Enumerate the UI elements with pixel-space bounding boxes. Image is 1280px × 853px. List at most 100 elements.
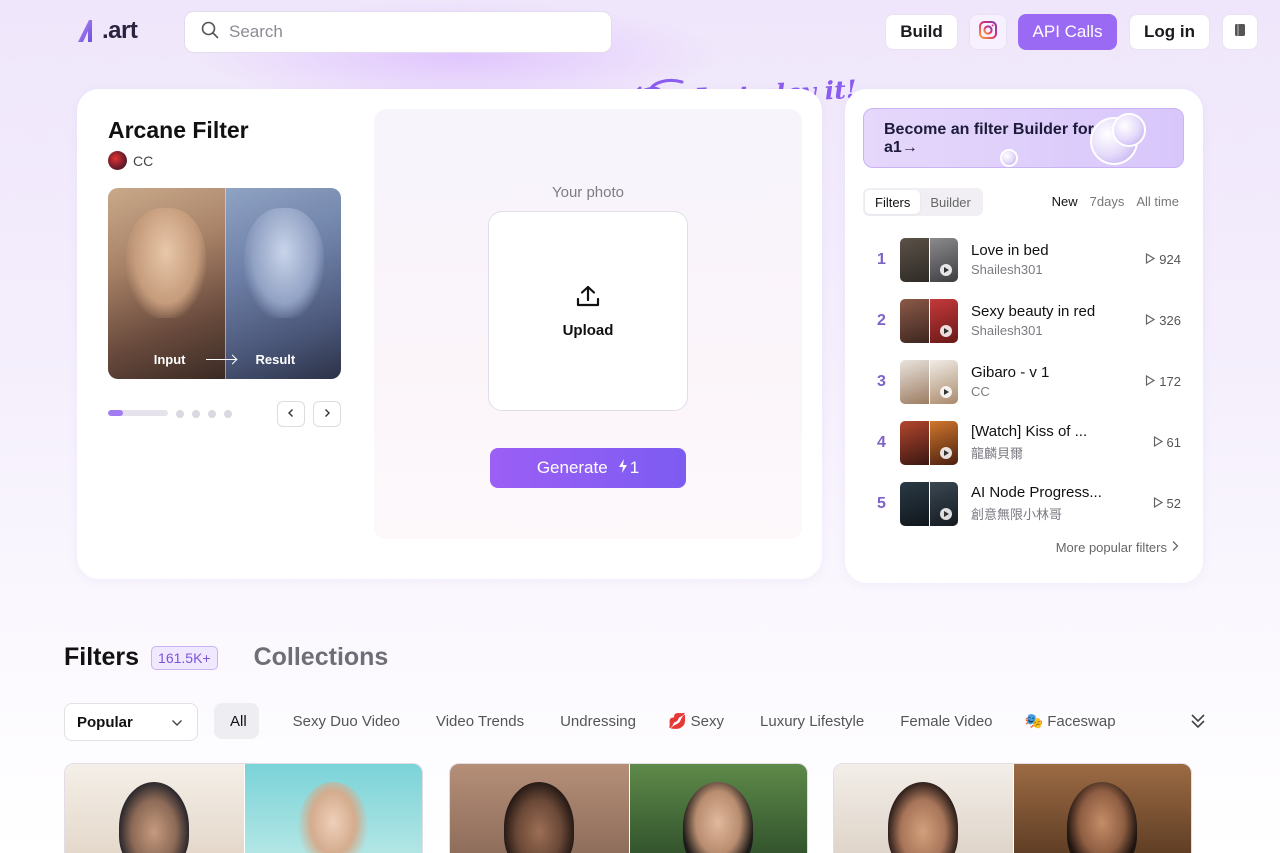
docs-button[interactable]	[1222, 14, 1258, 50]
search-icon	[201, 21, 219, 44]
carousel-dot[interactable]	[208, 410, 216, 418]
filter-card-item[interactable]	[64, 763, 423, 853]
category-tab[interactable]: 💋 Sexy	[652, 703, 740, 739]
rank-author: Shailesh301	[971, 323, 1043, 338]
ranking-row[interactable]: 1 Love in bed Shailesh301 924	[863, 229, 1185, 290]
expand-categories-button[interactable]	[1188, 710, 1208, 732]
filter-author[interactable]: CC	[108, 151, 153, 170]
build-button[interactable]: Build	[885, 14, 958, 50]
logo[interactable]: .art	[76, 16, 138, 46]
count-value: 326	[1159, 313, 1181, 328]
ranking-row[interactable]: 4 [Watch] Kiss of ... 龍麟貝爾 61	[863, 412, 1185, 473]
rank-play-count: 172	[1145, 351, 1181, 412]
search-bar[interactable]	[184, 11, 612, 53]
count-value: 172	[1159, 374, 1181, 389]
category-tab[interactable]: Luxury Lifestyle	[740, 703, 880, 739]
filter-card-item[interactable]	[833, 763, 1192, 853]
category-tab[interactable]: 🎭 Faceswap	[1009, 703, 1132, 739]
preview-result-image	[225, 188, 341, 379]
upload-label: Upload	[562, 322, 614, 339]
collections-tab[interactable]: Collections	[254, 643, 389, 672]
carousel-dot[interactable]	[224, 410, 232, 418]
play-outline-icon	[1153, 435, 1163, 450]
category-label: Video Trends	[435, 712, 525, 730]
preview-input-image	[108, 188, 225, 379]
play-icon	[940, 324, 952, 337]
rank-author: Shailesh301	[971, 262, 1043, 277]
carousel-dots	[176, 410, 232, 418]
category-label: All	[230, 712, 247, 730]
avatar	[108, 151, 127, 170]
api-calls-button[interactable]: API Calls	[1018, 14, 1117, 50]
lightning-icon	[618, 458, 628, 478]
filters-title[interactable]: Filters	[64, 643, 139, 672]
your-photo-label: Your photo	[551, 184, 624, 201]
tab-filters[interactable]: Filters	[865, 190, 921, 214]
generate-button[interactable]: Generate 1	[490, 448, 686, 488]
cost-value: 1	[629, 458, 640, 477]
rank-play-count: 61	[1153, 412, 1181, 473]
play-outline-icon	[1145, 252, 1156, 267]
ranking-row[interactable]: 2 Sexy beauty in red Shailesh301 326	[863, 290, 1185, 351]
category-label: Sexy	[690, 712, 725, 730]
sort-value: Popular	[77, 713, 133, 731]
builder-banner[interactable]: Become an filter Builder for a1→	[863, 108, 1184, 168]
tab-7days[interactable]: 7days	[1090, 194, 1125, 209]
logo-mark-icon	[76, 18, 100, 44]
carousel-dot[interactable]	[192, 410, 200, 418]
play-icon	[940, 263, 952, 276]
upload-area: Your photo Upload Generate 1	[374, 109, 802, 539]
generate-cost: 1	[618, 458, 639, 478]
upload-dropzone[interactable]: Upload	[488, 211, 688, 411]
rank-title: AI Node Progress...	[971, 484, 1102, 501]
rank-number: 2	[877, 311, 886, 329]
preview-carousel[interactable]: Input Result	[108, 188, 341, 379]
chevron-right-icon	[1171, 540, 1179, 555]
rank-play-count: 52	[1153, 473, 1181, 534]
filter-card-item[interactable]	[449, 763, 808, 853]
login-button[interactable]: Log in	[1129, 14, 1210, 50]
input-label: Input	[153, 352, 186, 367]
tab-all-time[interactable]: All time	[1136, 194, 1179, 209]
category-tab[interactable]: Female Video	[880, 703, 1008, 739]
instagram-icon	[979, 20, 997, 44]
sort-dropdown[interactable]: Popular	[64, 703, 198, 741]
filter-title: Arcane Filter	[108, 117, 249, 143]
ranking-list: 1 Love in bed Shailesh301 924 2 Sexy bea…	[863, 229, 1185, 534]
rank-play-count: 326	[1145, 290, 1181, 351]
category-label: Sexy Duo Video	[292, 712, 400, 730]
category-tab[interactable]: All	[214, 703, 259, 739]
more-label: More popular filters	[1055, 540, 1167, 555]
carousel-progress	[108, 410, 168, 416]
carousel-next-button[interactable]	[313, 401, 341, 427]
category-tab[interactable]: Undressing	[540, 703, 652, 739]
chevron-right-icon	[322, 405, 332, 423]
ranking-row[interactable]: 3 Gibaro - v 1 CC 172	[863, 351, 1185, 412]
search-input[interactable]	[229, 22, 589, 42]
play-outline-icon	[1153, 496, 1163, 511]
lips-icon: 💋	[667, 713, 687, 730]
generate-label: Generate	[536, 458, 608, 477]
rank-thumbnail	[900, 237, 958, 282]
tab-builder[interactable]: Builder	[920, 190, 980, 214]
popular-filters-card: Become an filter Builder for a1→ Filters…	[845, 89, 1203, 583]
category-tab[interactable]: Sexy Duo Video	[273, 703, 416, 739]
count-value: 52	[1166, 496, 1181, 511]
filter-card: Arcane Filter CC Input Result Your photo…	[77, 89, 822, 579]
arrow-right-icon	[205, 359, 236, 360]
chevron-down-icon	[171, 714, 183, 731]
rank-number: 5	[877, 494, 886, 512]
carousel-prev-button[interactable]	[277, 401, 305, 427]
ranking-row[interactable]: 5 AI Node Progress... 創意無限小林哥 52	[863, 473, 1185, 534]
category-label: Faceswap	[1047, 712, 1116, 730]
builder-banner-text: Become an filter Builder for a1→	[884, 121, 1094, 156]
instagram-button[interactable]	[969, 14, 1007, 50]
category-tab[interactable]: Video Trends	[416, 703, 540, 739]
category-label: Female Video	[900, 712, 993, 730]
play-outline-icon	[1145, 374, 1156, 389]
tab-new[interactable]: New	[1052, 194, 1078, 209]
more-popular-filters-link[interactable]: More popular filters	[1056, 540, 1179, 555]
rank-play-count: 924	[1145, 229, 1181, 290]
rank-title: [Watch] Kiss of ...	[971, 423, 1088, 440]
carousel-dot[interactable]	[176, 410, 184, 418]
